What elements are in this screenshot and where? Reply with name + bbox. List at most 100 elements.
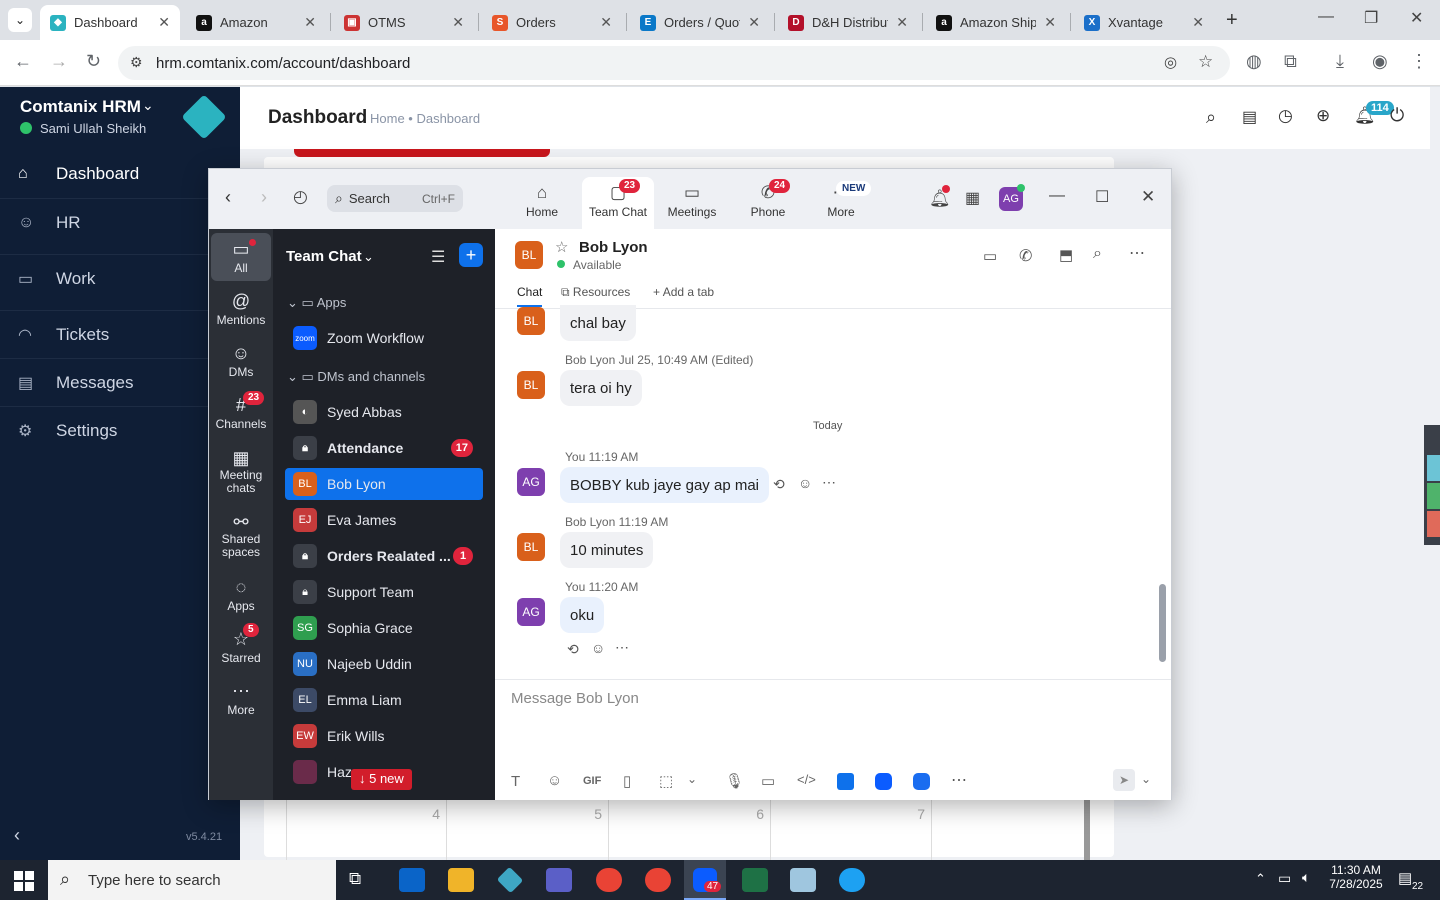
rail-starred[interactable]: ☆ Starred 5 [211,623,271,665]
message-bubble[interactable]: BOBBY kub jaye gay ap mai [560,467,769,503]
list-item[interactable]: 🔒︎ Attendance 17 [285,432,483,464]
calendar-icon[interactable]: ▦ [965,188,980,208]
nav-work[interactable]: ▭ Work [0,254,240,302]
rail-shared-spaces[interactable]: ⚯ Shared spaces [211,511,271,559]
tab-orders[interactable]: S Orders ✕ [482,5,622,40]
close-window-icon[interactable]: ✕ [1410,8,1423,28]
app-icon[interactable] [837,773,854,790]
network-icon[interactable]: ▭ [1278,870,1291,887]
site-settings-icon[interactable]: ⚙ [130,54,143,71]
filter-icon[interactable]: ☰ [431,247,445,267]
download-icon[interactable]: ⤓ [1336,51,1344,72]
gif-icon[interactable]: GIF [583,775,601,787]
tab-otms[interactable]: ▣ OTMS ✕ [334,5,474,40]
teams-icon[interactable] [546,868,572,892]
menu-kebab-icon[interactable]: ⋮ [1410,51,1428,72]
rail-meeting-chats[interactable]: ▦ Meeting chats [211,447,271,495]
side-widget-tab[interactable] [1424,425,1440,545]
tray-chevron-icon[interactable]: ⌃ [1255,871,1266,887]
nav-tickets[interactable]: ◠ Tickets [0,310,240,358]
back-arrow-icon[interactable]: ← [14,51,32,72]
close-icon[interactable]: ✕ [158,14,170,31]
message-bubble[interactable]: 10 minutes [560,532,654,568]
message-bubble[interactable]: chal bay [560,305,636,341]
forward-arrow-icon[interactable]: → [50,51,68,72]
tab-search-icon[interactable]: ⌄ [8,8,32,32]
close-icon[interactable]: ✕ [1192,14,1204,31]
add-tab-button[interactable]: + Add a tab [653,285,714,299]
nav-dashboard[interactable]: ⌂ Dashboard [0,150,240,198]
avatar[interactable]: AG [517,468,545,496]
video-icon[interactable]: ▭ [983,247,997,265]
clock[interactable]: 11:30 AM 7/28/2025 [1326,863,1386,891]
list-item[interactable]: BL Bob Lyon [285,468,483,500]
list-item[interactable]: SG Sophia Grace [285,612,483,644]
tab-more[interactable]: ⋯More NEW [806,177,876,229]
message-bubble[interactable]: tera oi hy [560,370,642,406]
close-icon[interactable]: ✕ [748,14,760,31]
avatar[interactable]: BL [517,307,545,335]
tab-resources[interactable]: ⧉ Resources [561,285,630,300]
tab-team-chat[interactable]: ▢ Team Chat 23 [582,177,654,229]
rail-mentions[interactable]: @ Mentions [211,291,271,327]
reload-icon[interactable]: ↻ [86,51,101,72]
section-apps[interactable]: ⌄ ▭ Apps [287,295,346,311]
more-icon[interactable]: ⋯ [951,770,967,790]
minimize-icon[interactable]: — [1049,187,1065,205]
eye-off-icon[interactable]: ◎ [1164,53,1177,71]
clock-icon[interactable]: ◷ [1278,106,1293,126]
list-item[interactable]: ◐ Syed Abbas [285,396,483,428]
text-format-icon[interactable]: T [511,773,520,790]
search-icon[interactable]: ⌕ [1206,107,1216,128]
chevron-down-icon[interactable]: ⌄ [142,97,154,114]
globe-icon[interactable]: ◍ [1246,51,1262,72]
emoji-icon[interactable]: ☺ [591,640,605,656]
star-icon[interactable]: ☆ [555,238,568,256]
star-icon[interactable]: ☆ [1198,52,1213,72]
whiteboard-icon[interactable] [913,773,930,790]
restore-icon[interactable]: ❐ [1364,8,1378,28]
calendar-day[interactable]: 4 [286,800,446,862]
new-messages-button[interactable]: ↓ 5 new [351,769,412,790]
rail-dms[interactable]: ☺ DMs [211,343,271,379]
file-explorer-icon[interactable] [448,868,474,892]
screenshot-icon[interactable]: ⬚ [659,772,673,790]
new-tab-plus-icon[interactable]: + [1226,9,1238,32]
list-item[interactable]: NU Najeeb Uddin [285,648,483,680]
nav-messages[interactable]: ▤ Messages [0,358,240,406]
close-icon[interactable]: ✕ [304,14,316,31]
list-item[interactable]: EL Emma Liam [285,684,483,716]
close-icon[interactable]: ✕ [600,14,612,31]
message-input[interactable]: Message Bob Lyon [511,690,639,707]
avatar[interactable]: AG [517,598,545,626]
list-item[interactable]: EW Erik Wills [285,720,483,752]
reply-icon[interactable]: ⟲ [773,476,785,493]
search-input[interactable]: ⌕ Search Ctrl+F [327,185,463,212]
phone-icon[interactable]: ✆ [1019,246,1032,266]
video-message-icon[interactable]: ▭ [761,772,775,790]
notepad-icon[interactable] [790,868,816,892]
brand-name[interactable]: Comtanix HRM [20,97,141,117]
url-field[interactable]: ⚙ hrm.comtanix.com/account/dashboard ◎ ☆ [118,46,1230,80]
chevron-down-icon[interactable]: ⌄ [1141,772,1151,786]
message-bubble[interactable]: oku [560,597,605,633]
chevron-down-icon[interactable]: ⌄ [363,249,374,265]
history-icon[interactable]: ◴ [293,187,308,207]
avatar[interactable]: BL [517,371,545,399]
scrollbar[interactable] [1159,584,1166,662]
reply-icon[interactable]: ⟲ [567,641,579,658]
close-icon[interactable]: ✕ [896,14,908,31]
rail-all[interactable]: ▭ All [211,233,271,281]
tab-xvantage[interactable]: X Xvantage ✕ [1074,5,1214,40]
screen-share-icon[interactable]: ⬒ [1059,246,1073,264]
rail-channels[interactable]: # Channels 23 [211,391,271,431]
calendar-day[interactable]: 6 [608,800,770,862]
list-item[interactable]: zoom Zoom Workflow [285,322,483,354]
zoom-taskbar-button[interactable]: 47 [684,860,726,900]
list-item[interactable]: EJ Eva James [285,504,483,536]
extensions-icon[interactable]: ⧉ [1284,51,1297,72]
tab-dashboard[interactable]: ◆ Dashboard ✕ [40,5,180,40]
close-icon[interactable]: ✕ [1044,14,1056,31]
microphone-icon[interactable]: 🎙︎ [725,772,744,790]
excel-icon[interactable] [742,868,768,892]
